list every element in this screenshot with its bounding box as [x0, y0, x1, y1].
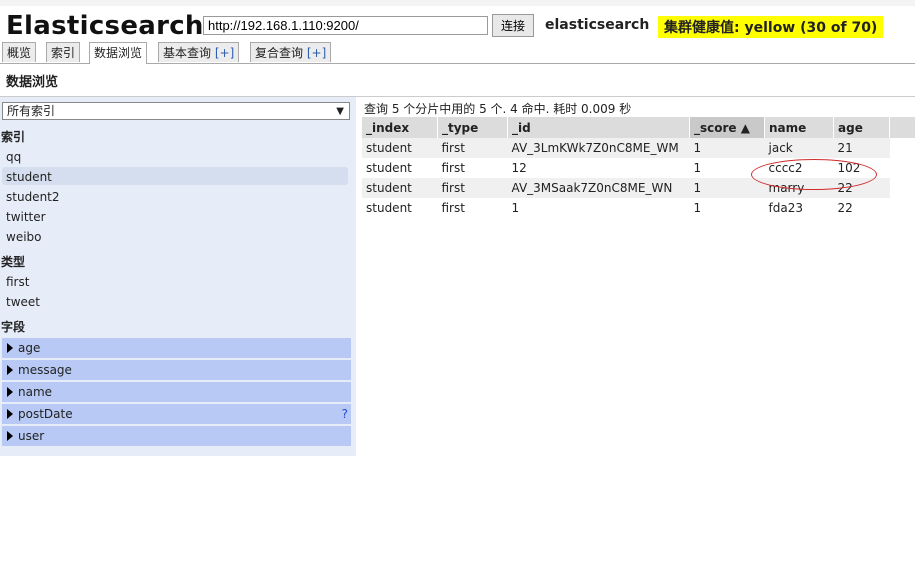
cell: first: [441, 161, 465, 175]
sidebar-item-twitter[interactable]: twitter: [6, 210, 46, 224]
table-row[interactable]: student first AV_3LmKWk7Z0nC8ME_WM 1 jac…: [362, 138, 890, 158]
tab-label: 数据浏览: [94, 46, 143, 60]
selected-highlight: [2, 167, 348, 185]
annotation-circle: [751, 159, 877, 190]
expand-triangle-icon: [7, 365, 13, 375]
expand-triangle-icon: [7, 387, 13, 397]
field-label: name: [18, 385, 53, 399]
index-select-value: 所有索引: [7, 104, 56, 118]
sidebar-item-qq[interactable]: qq: [6, 150, 21, 164]
tab-bar: 概览 索引 数据浏览 基本查询 [+] 复合查询 [+]: [0, 42, 915, 64]
field-age[interactable]: age: [2, 338, 351, 358]
tab-plus: [+]: [214, 46, 235, 60]
fields-heading: 字段: [1, 320, 26, 334]
field-user[interactable]: user: [2, 426, 351, 446]
col-id[interactable]: _id: [507, 117, 690, 138]
col-score[interactable]: _score ▲: [689, 117, 765, 138]
cell: student: [362, 138, 438, 158]
col-index[interactable]: _index: [362, 117, 438, 138]
cell: jack: [764, 138, 834, 158]
expand-triangle-icon: [7, 343, 13, 353]
col-type[interactable]: _type: [437, 117, 508, 138]
tab-label: 基本查询: [163, 46, 212, 60]
field-label: user: [18, 429, 45, 443]
expand-triangle-icon: [7, 409, 13, 419]
field-label: message: [18, 363, 72, 377]
tab-label: 索引: [51, 46, 76, 60]
sidebar: 所有索引 ▼ 索引 qq student student2 twitter we…: [0, 97, 356, 456]
index-select[interactable]: 所有索引 ▼: [2, 102, 350, 120]
table-header-row: _index _type _id _score ▲ name age: [362, 117, 890, 138]
field-label: age: [18, 341, 41, 355]
cluster-health-badge: 集群健康值: yellow (30 of 70): [658, 16, 884, 38]
tab-basic-query[interactable]: 基本查询 [+]: [158, 42, 240, 62]
cell: 12: [511, 161, 527, 175]
tab-compound-query[interactable]: 复合查询 [+]: [250, 42, 332, 62]
tab-overview[interactable]: 概览: [2, 42, 37, 62]
cell: 22: [837, 201, 853, 215]
sidebar-item-weibo[interactable]: weibo: [6, 230, 42, 244]
connect-button[interactable]: 连接: [492, 14, 534, 37]
tab-label: 复合查询: [255, 46, 304, 60]
cluster-name: elasticsearch: [545, 17, 650, 33]
url-input[interactable]: [203, 16, 488, 35]
expand-triangle-icon: [7, 431, 13, 441]
col-name[interactable]: name: [764, 117, 834, 138]
types-heading: 类型: [1, 255, 26, 269]
sidebar-item-student2[interactable]: student2: [6, 190, 60, 204]
cell: AV_3LmKWk7Z0nC8ME_WM: [507, 138, 690, 158]
cell: 1: [689, 138, 765, 158]
indices-heading: 索引: [1, 130, 26, 144]
sidebar-item-tweet[interactable]: tweet: [6, 295, 40, 309]
cell: first: [441, 201, 465, 215]
header: Elasticsearch 连接 elasticsearch 集群健康值: ye…: [0, 6, 915, 42]
sidebar-item-student[interactable]: student: [6, 170, 52, 184]
cell: student: [366, 161, 412, 175]
col-age[interactable]: age: [833, 117, 890, 138]
cell: 21: [833, 138, 890, 158]
help-icon[interactable]: ?: [342, 404, 348, 424]
sidebar-item-first[interactable]: first: [6, 275, 29, 289]
field-label: postDate: [18, 407, 73, 421]
tab-browser[interactable]: 数据浏览: [89, 42, 148, 64]
field-name[interactable]: name: [2, 382, 351, 402]
app-title: Elasticsearch: [6, 11, 204, 41]
tab-plus: [+]: [306, 46, 327, 60]
tab-indices[interactable]: 索引: [46, 42, 81, 62]
table-row[interactable]: student first 1 1 fda23 22: [362, 198, 890, 218]
cell: student: [366, 201, 412, 215]
dropdown-arrow-icon: ▼: [336, 106, 344, 117]
page-title: 数据浏览: [6, 75, 59, 90]
cell: 1: [511, 201, 520, 215]
tab-label: 概览: [7, 46, 32, 60]
field-postdate[interactable]: postDate ?: [2, 404, 351, 424]
cell: AV_3MSaak7Z0nC8ME_WN: [507, 178, 690, 198]
cell: 1: [689, 178, 765, 198]
cell: 1: [693, 201, 702, 215]
query-summary: 查询 5 个分片中用的 5 个. 4 命中. 耗时 0.009 秒: [364, 102, 632, 116]
cell: student: [362, 178, 438, 198]
cell: fda23: [768, 201, 803, 215]
cell: first: [437, 178, 508, 198]
cell: first: [437, 138, 508, 158]
field-message[interactable]: message: [2, 360, 351, 380]
